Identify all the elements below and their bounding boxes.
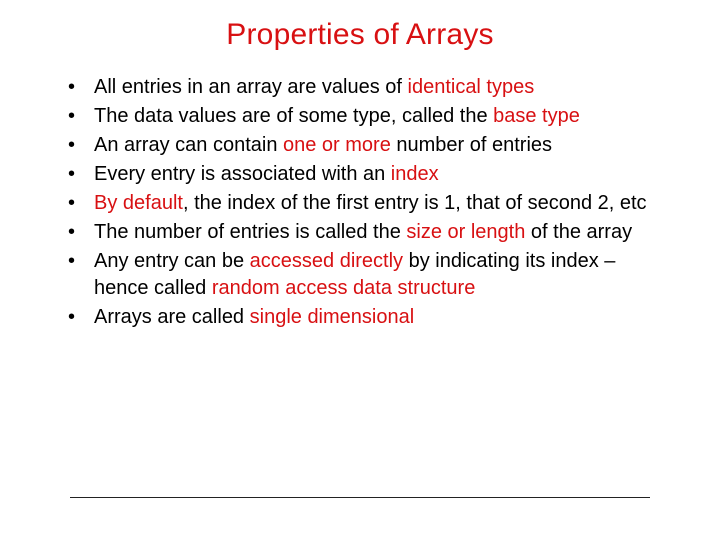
text: The number of entries is called the [94, 221, 406, 243]
text: Any entry can be [94, 250, 250, 272]
text: of the array [525, 221, 632, 243]
text: number of entries [391, 134, 552, 156]
text: , the index of the first entry is 1, tha… [183, 192, 647, 214]
list-item: Any entry can be accessed directly by in… [50, 248, 670, 302]
slide: Properties of Arrays All entries in an a… [0, 0, 720, 540]
divider [70, 497, 650, 498]
emphasis: identical types [408, 76, 535, 98]
emphasis: accessed directly [250, 250, 403, 272]
slide-title: Properties of Arrays [50, 18, 670, 52]
text: An array can contain [94, 134, 283, 156]
emphasis: size or length [406, 221, 525, 243]
emphasis: random access data structure [212, 277, 475, 299]
emphasis: one or more [283, 134, 391, 156]
list-item: Every entry is associated with an index [50, 161, 670, 188]
emphasis: base type [493, 105, 580, 127]
list-item: The number of entries is called the size… [50, 219, 670, 246]
bullet-list: All entries in an array are values of id… [50, 74, 670, 331]
list-item: An array can contain one or more number … [50, 132, 670, 159]
list-item: By default, the index of the first entry… [50, 190, 670, 217]
emphasis: By default [94, 192, 183, 214]
text: Every entry is associated with an [94, 163, 391, 185]
text: Arrays are called [94, 306, 250, 328]
emphasis: single dimensional [250, 306, 415, 328]
text: All entries in an array are values of [94, 76, 408, 98]
list-item: The data values are of some type, called… [50, 103, 670, 130]
list-item: Arrays are called single dimensional [50, 304, 670, 331]
list-item: All entries in an array are values of id… [50, 74, 670, 101]
text: The data values are of some type, called… [94, 105, 493, 127]
emphasis: index [391, 163, 439, 185]
